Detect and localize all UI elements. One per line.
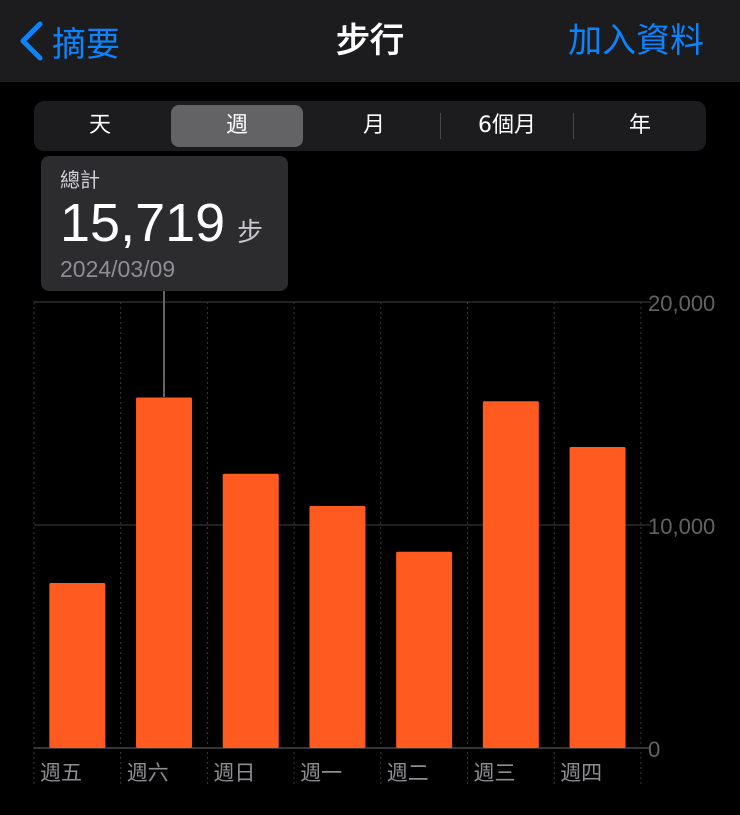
- x-tick-label: 週二: [387, 761, 429, 785]
- x-tick-label: 週四: [560, 761, 602, 785]
- bar-day: [569, 446, 626, 748]
- bar-day: [396, 551, 453, 748]
- y-tick-label: 0: [648, 737, 660, 762]
- tooltip-value: 15,719: [60, 193, 226, 253]
- selection-indicator-line: [163, 291, 165, 397]
- x-tick-label: 週一: [300, 761, 342, 785]
- bar-day: [482, 401, 539, 748]
- x-tick-label: 週五: [40, 761, 82, 785]
- chart-bars: [49, 397, 626, 748]
- y-tick-label: 20,000: [648, 291, 715, 316]
- bar-day: [309, 506, 366, 748]
- tooltip-value-row: 15,719 步: [60, 192, 263, 254]
- x-tick-label: 週日: [213, 761, 255, 785]
- bar-selected: [136, 397, 193, 748]
- x-tick-label: 週六: [127, 761, 169, 785]
- steps-bar-chart[interactable]: 0 10,000 20,000 週五 週六 週日 週一 週二 週三 週四: [0, 0, 740, 815]
- bar-day: [49, 582, 106, 748]
- selection-tooltip: 總計 15,719 步 2024/03/09: [41, 156, 288, 291]
- tooltip-unit: 步: [237, 218, 264, 248]
- bar-day: [222, 473, 279, 748]
- y-tick-label: 10,000: [648, 514, 715, 539]
- tooltip-date: 2024/03/09: [60, 256, 176, 282]
- tooltip-label: 總計: [60, 168, 100, 192]
- x-tick-label: 週三: [474, 761, 516, 785]
